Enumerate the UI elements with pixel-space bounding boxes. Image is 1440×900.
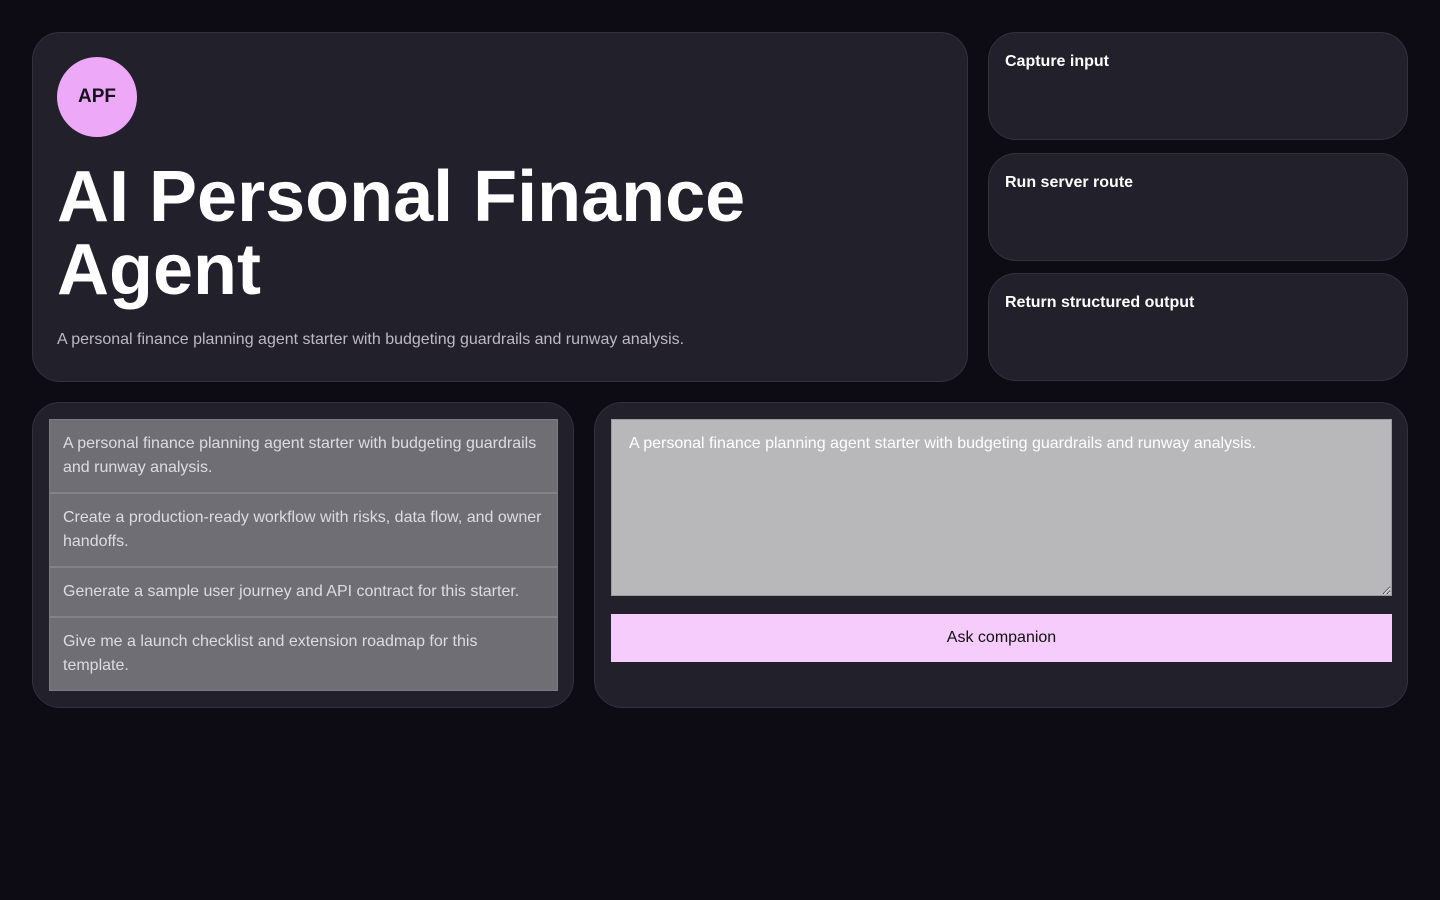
prompt-suggestion[interactable]: Generate a sample user journey and API c… bbox=[50, 568, 557, 618]
prompt-suggestions-card: A personal finance planning agent starte… bbox=[32, 402, 574, 708]
prompt-list: A personal finance planning agent starte… bbox=[49, 419, 558, 691]
prompt-textarea[interactable]: A personal finance planning agent starte… bbox=[611, 419, 1392, 596]
prompt-suggestion[interactable]: A personal finance planning agent starte… bbox=[50, 420, 557, 494]
prompt-suggestion[interactable]: Create a production-ready workflow with … bbox=[50, 494, 557, 568]
prompt-suggestion[interactable]: Give me a launch checklist and extension… bbox=[50, 618, 557, 690]
page-title: AI Personal Finance Agent bbox=[57, 157, 746, 310]
hero-card: APF AI Personal Finance Agent A personal… bbox=[32, 32, 968, 382]
avatar: APF bbox=[57, 57, 137, 137]
step-title: Return structured output bbox=[1005, 294, 1195, 311]
composer-card: A personal finance planning agent starte… bbox=[594, 402, 1408, 708]
step-title: Run server route bbox=[1005, 174, 1134, 191]
step-card-return-structured-output: Return structured output bbox=[988, 273, 1408, 381]
hero-description: A personal finance planning agent starte… bbox=[57, 331, 685, 348]
ask-companion-button[interactable]: Ask companion bbox=[611, 614, 1392, 662]
step-card-capture-input: Capture input bbox=[988, 32, 1408, 140]
step-card-run-server-route: Run server route bbox=[988, 153, 1408, 261]
step-title: Capture input bbox=[1005, 53, 1109, 70]
